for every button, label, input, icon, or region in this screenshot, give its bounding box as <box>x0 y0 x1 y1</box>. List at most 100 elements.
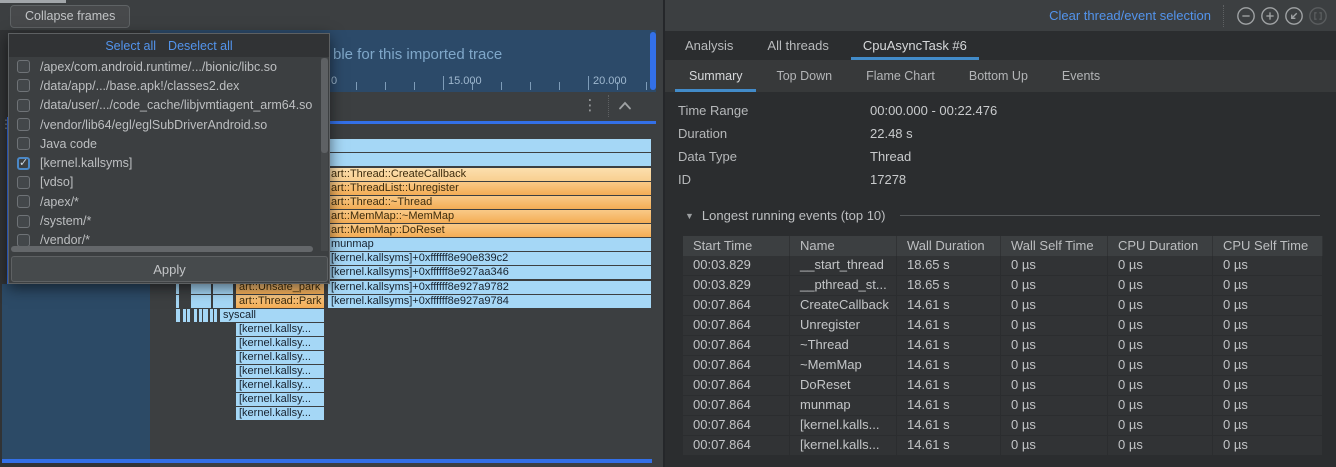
flame-bar[interactable]: [kernel.kallsy... <box>236 323 324 336</box>
flame-bar[interactable]: [kernel.kallsy... <box>236 393 324 406</box>
filter-vertical-scrollbar[interactable] <box>321 58 328 251</box>
flame-bar[interactable]: art::MemMap::~MemMap <box>328 210 651 223</box>
checkbox[interactable]: ✓ <box>17 157 30 170</box>
checkbox[interactable] <box>17 215 30 228</box>
table-cell: 0 µs <box>1108 396 1213 415</box>
flame-bar[interactable]: art::Thread::Park <box>236 295 324 308</box>
table-row[interactable]: 00:07.864munmap14.61 s0 µs0 µs0 µs <box>683 396 1323 416</box>
column-header[interactable]: CPU Duration <box>1108 236 1213 256</box>
longest-events-section-header[interactable]: ▼ Longest running events (top 10) <box>685 208 1320 223</box>
drag-handle-icon[interactable]: ⋮ <box>0 118 8 130</box>
column-header[interactable]: Wall Duration <box>897 236 1001 256</box>
table-row[interactable]: 00:07.864DoReset14.61 s0 µs0 µs0 µs <box>683 376 1323 396</box>
checkbox[interactable] <box>17 176 30 189</box>
tab-cpuasynctask-6[interactable]: CpuAsyncTask #6 <box>851 31 979 60</box>
filter-item-label: /data/user/.../code_cache/libjvmtiagent_… <box>40 98 312 112</box>
filter-item[interactable]: /vendor/lib64/egl/eglSubDriverAndroid.so <box>9 115 322 134</box>
table-row[interactable]: 00:07.864CreateCallback14.61 s0 µs0 µs0 … <box>683 296 1323 316</box>
table-row[interactable]: 00:07.864[kernel.kalls...14.61 s0 µs0 µs… <box>683 436 1323 456</box>
checkbox[interactable] <box>17 79 30 92</box>
column-header[interactable]: Name <box>790 236 897 256</box>
filter-horizontal-scrollbar[interactable] <box>11 246 313 252</box>
flame-bar[interactable]: [kernel.kallsyms]+0xffffff8e927a9784 <box>328 295 651 308</box>
filter-item[interactable]: ✓[kernel.kallsyms] <box>9 153 322 172</box>
tab-summary[interactable]: Summary <box>675 60 756 92</box>
zoom-out-icon[interactable] <box>1234 4 1258 28</box>
flame-bar[interactable]: syscall <box>220 309 324 322</box>
flame-bar[interactable] <box>210 309 213 322</box>
flame-bar[interactable]: [kernel.kallsyms]+0xffffff8e927a9782 <box>328 281 651 294</box>
table-cell: 0 µs <box>1213 436 1323 455</box>
zoom-to-selection-icon[interactable] <box>1306 4 1330 28</box>
ruler-tick <box>617 82 618 90</box>
flame-bar[interactable] <box>214 309 217 322</box>
filter-item[interactable]: /apex/com.android.runtime/.../bionic/lib… <box>9 57 322 76</box>
collapse-triangle-icon[interactable]: ▼ <box>685 211 694 221</box>
flame-bar[interactable]: [kernel.kallsyms]+0xffffff8e90e839c2 <box>328 252 651 265</box>
select-all-link[interactable]: Select all <box>105 39 156 53</box>
flame-bar[interactable]: art::Thread::CreateCallback <box>328 168 651 181</box>
checkbox[interactable] <box>17 118 30 131</box>
filter-item[interactable]: /data/app/.../base.apk!/classes2.dex <box>9 76 322 95</box>
scrollbar-thumb[interactable] <box>321 58 328 153</box>
table-row[interactable]: 00:07.864[kernel.kalls...14.61 s0 µs0 µs… <box>683 416 1323 436</box>
zoom-in-icon[interactable] <box>1258 4 1282 28</box>
flame-bar[interactable] <box>194 309 197 322</box>
flame-bar[interactable] <box>176 295 179 308</box>
filter-item[interactable]: [vdso] <box>9 173 322 192</box>
flame-bar[interactable]: art::Thread::~Thread <box>328 196 651 209</box>
column-header[interactable]: Start Time <box>683 236 790 256</box>
flame-bar[interactable] <box>187 309 190 322</box>
table-cell: 0 µs <box>1108 336 1213 355</box>
flame-bar[interactable]: art::MemMap::DoReset <box>328 224 651 237</box>
tab-bottom-up[interactable]: Bottom Up <box>955 60 1042 92</box>
tab-top-down[interactable]: Top Down <box>762 60 846 92</box>
table-row[interactable]: 00:03.829__pthread_st...18.65 s0 µs0 µs0… <box>683 276 1323 296</box>
checkbox[interactable] <box>17 99 30 112</box>
filter-item[interactable]: /system/* <box>9 211 322 230</box>
tab-all-threads[interactable]: All threads <box>755 31 840 60</box>
clear-selection-link[interactable]: Clear thread/event selection <box>1049 8 1211 23</box>
flame-bar[interactable] <box>199 309 202 322</box>
checkbox[interactable] <box>17 137 30 150</box>
flame-bar[interactable]: munmap <box>328 238 651 251</box>
filter-item[interactable]: /data/user/.../code_cache/libjvmtiagent_… <box>9 96 322 115</box>
reset-zoom-icon[interactable] <box>1282 4 1306 28</box>
flame-bar[interactable]: [kernel.kallsy... <box>236 365 324 378</box>
filter-item[interactable]: /apex/* <box>9 192 322 211</box>
checkbox[interactable] <box>17 234 30 247</box>
flame-bar[interactable] <box>191 295 211 308</box>
checkbox[interactable] <box>17 195 30 208</box>
flame-bar[interactable]: [kernel.kallsy... <box>236 351 324 364</box>
flame-bar[interactable] <box>328 153 651 166</box>
tab-analysis[interactable]: Analysis <box>673 31 745 60</box>
tab-flame-chart[interactable]: Flame Chart <box>852 60 949 92</box>
flame-bar[interactable]: [kernel.kallsyms]+0xffffff8e927aa346 <box>328 266 651 279</box>
flame-bar[interactable]: [kernel.kallsy... <box>236 407 324 420</box>
bottom-scrollbar[interactable] <box>2 459 652 463</box>
filter-item[interactable]: Java code <box>9 134 322 153</box>
table-row[interactable]: 00:07.864~Thread14.61 s0 µs0 µs0 µs <box>683 336 1323 356</box>
column-header[interactable]: Wall Self Time <box>1001 236 1108 256</box>
flame-bar[interactable] <box>328 139 651 152</box>
deselect-all-link[interactable]: Deselect all <box>168 39 233 53</box>
table-cell: 0 µs <box>1213 256 1323 275</box>
table-row[interactable]: 00:03.829__start_thread18.65 s0 µs0 µs0 … <box>683 256 1323 276</box>
flame-bar[interactable] <box>183 309 186 322</box>
flame-bar[interactable]: [kernel.kallsy... <box>236 379 324 392</box>
flame-bar[interactable]: [kernel.kallsy... <box>236 337 324 350</box>
apply-button[interactable]: Apply <box>11 256 328 282</box>
table-row[interactable]: 00:07.864~MemMap14.61 s0 µs0 µs0 µs <box>683 356 1323 376</box>
table-row[interactable]: 00:07.864Unregister14.61 s0 µs0 µs0 µs <box>683 316 1323 336</box>
flame-bar[interactable] <box>176 309 180 322</box>
column-header[interactable]: CPU Self Time <box>1213 236 1323 256</box>
flame-bar[interactable] <box>203 309 208 322</box>
flame-bar[interactable] <box>213 295 233 308</box>
filter-item-label: /vendor/lib64/egl/eglSubDriverAndroid.so <box>40 118 267 132</box>
tab-events[interactable]: Events <box>1048 60 1114 92</box>
table-cell: 14.61 s <box>897 376 1001 395</box>
table-cell: 14.61 s <box>897 316 1001 335</box>
collapse-frames-button[interactable]: Collapse frames <box>10 5 130 28</box>
checkbox[interactable] <box>17 60 30 73</box>
flame-bar[interactable]: art::ThreadList::Unregister <box>328 182 651 195</box>
